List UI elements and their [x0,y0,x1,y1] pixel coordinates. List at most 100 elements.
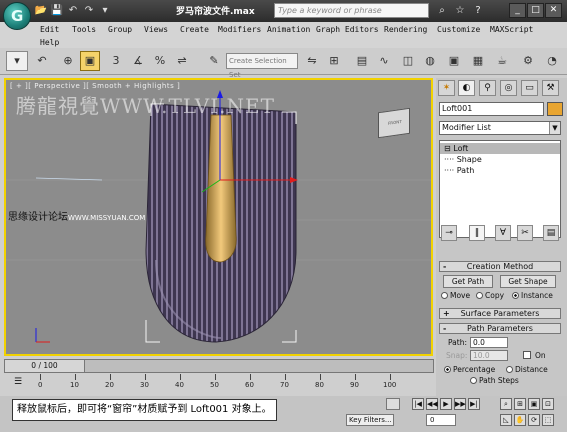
teapot-render-icon[interactable]: ◔ [542,51,562,71]
menu-create[interactable]: Create [180,25,209,34]
percent-snap-icon[interactable]: % [150,51,170,71]
object-color-swatch[interactable] [547,102,563,116]
get-shape-button[interactable]: Get Shape [500,275,556,288]
render-production-icon[interactable]: ☕ [492,51,512,71]
show-end-result-icon[interactable]: ‖ [469,225,485,241]
search-input[interactable]: Type a keyword or phrase [274,3,429,18]
selection-set-dropdown[interactable]: Create Selection Set [226,53,298,79]
menu-customize[interactable]: Customize [437,25,480,34]
maximize-button[interactable]: □ [527,3,544,18]
menu-edit[interactable]: Edit [40,25,59,34]
select-object-icon[interactable]: ▣ [80,51,100,71]
binoculars-icon[interactable]: ⌕ [434,3,450,18]
field-of-view-icon[interactable]: ◺ [500,414,512,426]
menu-rendering[interactable]: Rendering [384,25,427,34]
chevron-down-icon[interactable]: ▼ [549,122,560,134]
track-bar[interactable]: ☰ 0 10 20 30 40 50 60 70 80 90 100 [4,374,434,396]
tab-utilities[interactable]: ⚒ [542,80,559,96]
menu-help[interactable]: Help [40,38,59,47]
select-move-icon[interactable]: ⊕ [58,51,78,71]
mirror-icon[interactable]: ⇋ [302,51,322,71]
orbit-icon[interactable]: ⟳ [528,414,540,426]
redo-icon[interactable]: ↷ [82,4,96,17]
rollout-creation-method[interactable]: - Creation Method [439,261,561,272]
radio-percentage[interactable]: Percentage [444,365,495,374]
make-unique-icon[interactable]: ∀ [495,225,511,241]
save-file-icon[interactable]: 💾 [50,4,64,17]
menu-modifiers[interactable]: Modifiers [218,25,261,34]
previous-frame-icon[interactable]: ◀◀ [426,398,438,410]
zoom-all-icon[interactable]: ⊞ [514,398,526,410]
tab-create[interactable]: ✶ [438,80,455,96]
tab-motion[interactable]: ◎ [500,80,517,96]
radio-move[interactable]: Move [441,291,470,300]
close-button[interactable]: ✕ [545,3,562,18]
mini-curve-editor-icon[interactable]: ☰ [14,377,22,387]
tab-hierarchy[interactable]: ⚲ [479,80,496,96]
perspective-viewport[interactable]: [ + ][ Perspective ][ Smooth + Highlight… [4,78,433,356]
radio-distance[interactable]: Distance [506,365,548,374]
radio-path-steps[interactable]: Path Steps [470,376,519,385]
play-icon[interactable]: ▶ [440,398,452,410]
go-to-start-icon[interactable]: |◀ [412,398,424,410]
rollout-path-parameters[interactable]: - Path Parameters [439,323,561,334]
spinner-snap-icon[interactable]: ⇌ [172,51,192,71]
viewcube[interactable]: FRONT [378,107,410,139]
app-logo-icon[interactable]: G [3,2,31,30]
snap-spinner[interactable]: 10.0 [470,350,508,361]
angle-snap-icon[interactable]: ∡ [128,51,148,71]
menu-group[interactable]: Group [108,25,132,34]
rendered-frame-icon[interactable]: ▦ [468,51,488,71]
select-link-icon[interactable]: ↶ [32,51,52,71]
menu-animation[interactable]: Animation [267,25,310,34]
radio-copy[interactable]: Copy [476,291,504,300]
menu-tools[interactable]: Tools [72,25,96,34]
maximize-viewport-icon[interactable]: ⬚ [542,414,554,426]
material-editor-icon[interactable]: ◍ [420,51,440,71]
pan-view-icon[interactable]: ✋ [514,414,526,426]
render-setup-icon[interactable]: ▣ [444,51,464,71]
edit-named-selection-icon[interactable]: ✎ [204,51,224,71]
help-icon[interactable]: ? [470,3,486,18]
set-key-toggle[interactable] [386,398,400,410]
menu-views[interactable]: Views [144,25,168,34]
stack-item-shape[interactable]: ···· Shape [440,154,560,165]
object-name-field[interactable]: Loft001 [439,102,544,116]
path-spinner[interactable]: 0.0 [470,337,508,348]
render-iterative-icon[interactable]: ⚙ [518,51,538,71]
configure-sets-icon[interactable]: ▤ [543,225,559,241]
tab-display[interactable]: ▭ [521,80,538,96]
pin-stack-icon[interactable]: ⊸ [441,225,457,241]
viewport-label[interactable]: [ + ][ Perspective ][ Smooth + Highlight… [10,82,180,90]
remove-modifier-icon[interactable]: ✂ [517,225,533,241]
star-icon[interactable]: ☆ [452,3,468,18]
get-path-button[interactable]: Get Path [443,275,493,288]
go-to-end-icon[interactable]: ▶| [468,398,480,410]
radio-instance[interactable]: Instance [512,291,553,300]
schematic-view-icon[interactable]: ◫ [398,51,418,71]
time-slider[interactable]: 0 / 100 [5,360,85,372]
stack-item-loft[interactable]: ⊟ Loft [440,143,560,154]
selection-filter-dropdown[interactable]: ▾ [6,51,28,71]
modifier-list-dropdown[interactable]: Modifier List ▼ [439,121,561,135]
undo-icon[interactable]: ↶ [66,4,80,17]
key-filters-button[interactable]: Key Filters... [346,414,394,426]
zoom-extents-all-icon[interactable]: ⊡ [542,398,554,410]
tab-modify[interactable]: ◐ [458,80,475,96]
align-icon[interactable]: ⊞ [324,51,344,71]
zoom-extents-icon[interactable]: ▣ [528,398,540,410]
current-frame-field[interactable]: 0 [426,414,456,426]
curve-editor-icon[interactable]: ∿ [374,51,394,71]
minimize-button[interactable]: _ [509,3,526,18]
menu-maxscript[interactable]: MAXScript [490,25,533,34]
zoom-icon[interactable]: ⌕ [500,398,512,410]
snap-on-checkbox[interactable] [523,351,531,359]
stack-item-path[interactable]: ···· Path [440,165,560,176]
open-file-icon[interactable]: 📂 [34,4,48,17]
time-slider-bar[interactable]: 0 / 100 [4,359,434,373]
menu-graph-editors[interactable]: Graph Editors [316,25,379,34]
rollout-surface-parameters[interactable]: + Surface Parameters [439,308,561,319]
next-frame-icon[interactable]: ▶▶ [454,398,466,410]
quick-access-dropdown-icon[interactable]: ▾ [98,4,112,17]
snap-3d-icon[interactable]: 3 [106,51,126,71]
